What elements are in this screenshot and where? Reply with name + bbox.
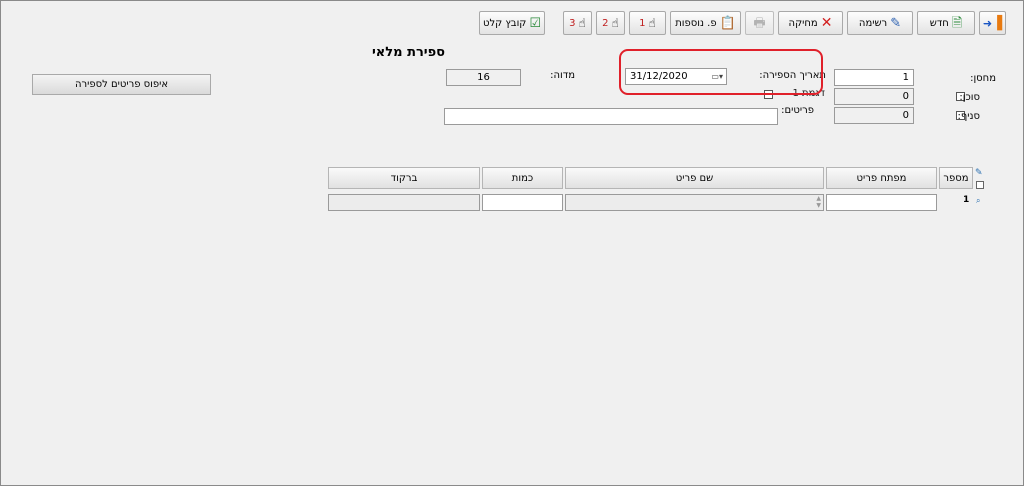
hand-3-button[interactable]: ☝ 3 [563,11,592,35]
items-label: פריטים: [781,105,814,116]
pointing-hand-icon: ☝ [611,16,619,30]
hand-2-button[interactable]: ☝ 2 [596,11,625,35]
category-label: סניף: [957,111,981,122]
delete-button[interactable]: ✕ מחיקה [778,11,843,35]
window-frame: ▐➜ 🗎 חדש ✎ רשימה ✕ מחיקה 🖶 📋 פ. נוספות ☝… [0,0,1024,486]
column-header-number[interactable]: מספר [939,167,973,189]
category-field: 0 [834,107,914,124]
reset-items-button[interactable]: איפוס פריטים לספירה [32,74,211,95]
delete-button-label: מחיקה [788,17,818,29]
page-title: ספירת מלאי [371,45,445,60]
import-file-label: קובץ קלט [482,17,527,29]
printer-icon: 🖶 [753,15,766,31]
cell-barcode [328,194,480,211]
grid-filter-icon[interactable] [976,181,984,189]
hand-1-label: 1 [639,17,646,29]
new-document-icon: 🗎 [951,15,963,31]
delete-x-icon: ✕ [820,15,833,31]
version-field: 16 [446,69,521,86]
warehouse-field[interactable]: 1 [834,69,914,86]
pointing-hand-icon: ☝ [648,16,656,30]
cell-item-name: ▲ ▼ [565,194,824,211]
cell-item-key[interactable] [826,194,937,211]
new-button[interactable]: 🗎 חדש [917,11,975,35]
column-header-barcode[interactable]: ברקוד [328,167,480,189]
list-button-label: רשימה [858,17,888,29]
exit-button[interactable]: ▐➜ [979,11,1006,35]
reset-items-label: איפוס פריטים לספירה [74,79,169,90]
list-button[interactable]: ✎ רשימה [847,11,913,35]
column-header-quantity[interactable]: כמות [482,167,563,189]
list-edit-icon: ✎ [890,15,902,31]
cell-quantity[interactable] [482,194,563,211]
hand-1-button[interactable]: ☝ 1 [629,11,666,35]
items-input[interactable] [444,108,778,125]
agent-label: סוכן: [959,92,980,103]
checklist-icon: ☑ [529,15,542,31]
pointing-hand-icon: ☝ [578,16,586,30]
row-search-icon[interactable]: ⌕ [976,196,980,206]
column-header-item-name[interactable]: שם פריט [565,167,824,189]
grid-edit-icon[interactable]: ✎ [975,168,983,178]
column-header-item-key[interactable]: מפתח פריט [826,167,937,189]
version-label: מדוה: [550,70,575,81]
extra-functions-button[interactable]: 📋 פ. נוספות [670,11,741,35]
hand-3-label: 3 [569,17,576,29]
clipboard-icon: 📋 [719,15,736,31]
row-number: 1 [963,195,970,205]
print-button[interactable]: 🖶 [745,11,774,35]
extra-functions-label: פ. נוספות [675,17,717,29]
hand-2-label: 2 [602,17,609,29]
scroll-arrows-icon: ▲ ▼ [816,195,821,209]
import-file-button[interactable]: ☑ קובץ קלט [479,11,545,35]
new-button-label: חדש [929,17,949,29]
agent-field: 0 [834,88,914,105]
exit-door-icon: ▐➜ [982,15,1003,31]
highlight-annotation [619,49,823,95]
warehouse-label: מחסן: [970,73,996,84]
